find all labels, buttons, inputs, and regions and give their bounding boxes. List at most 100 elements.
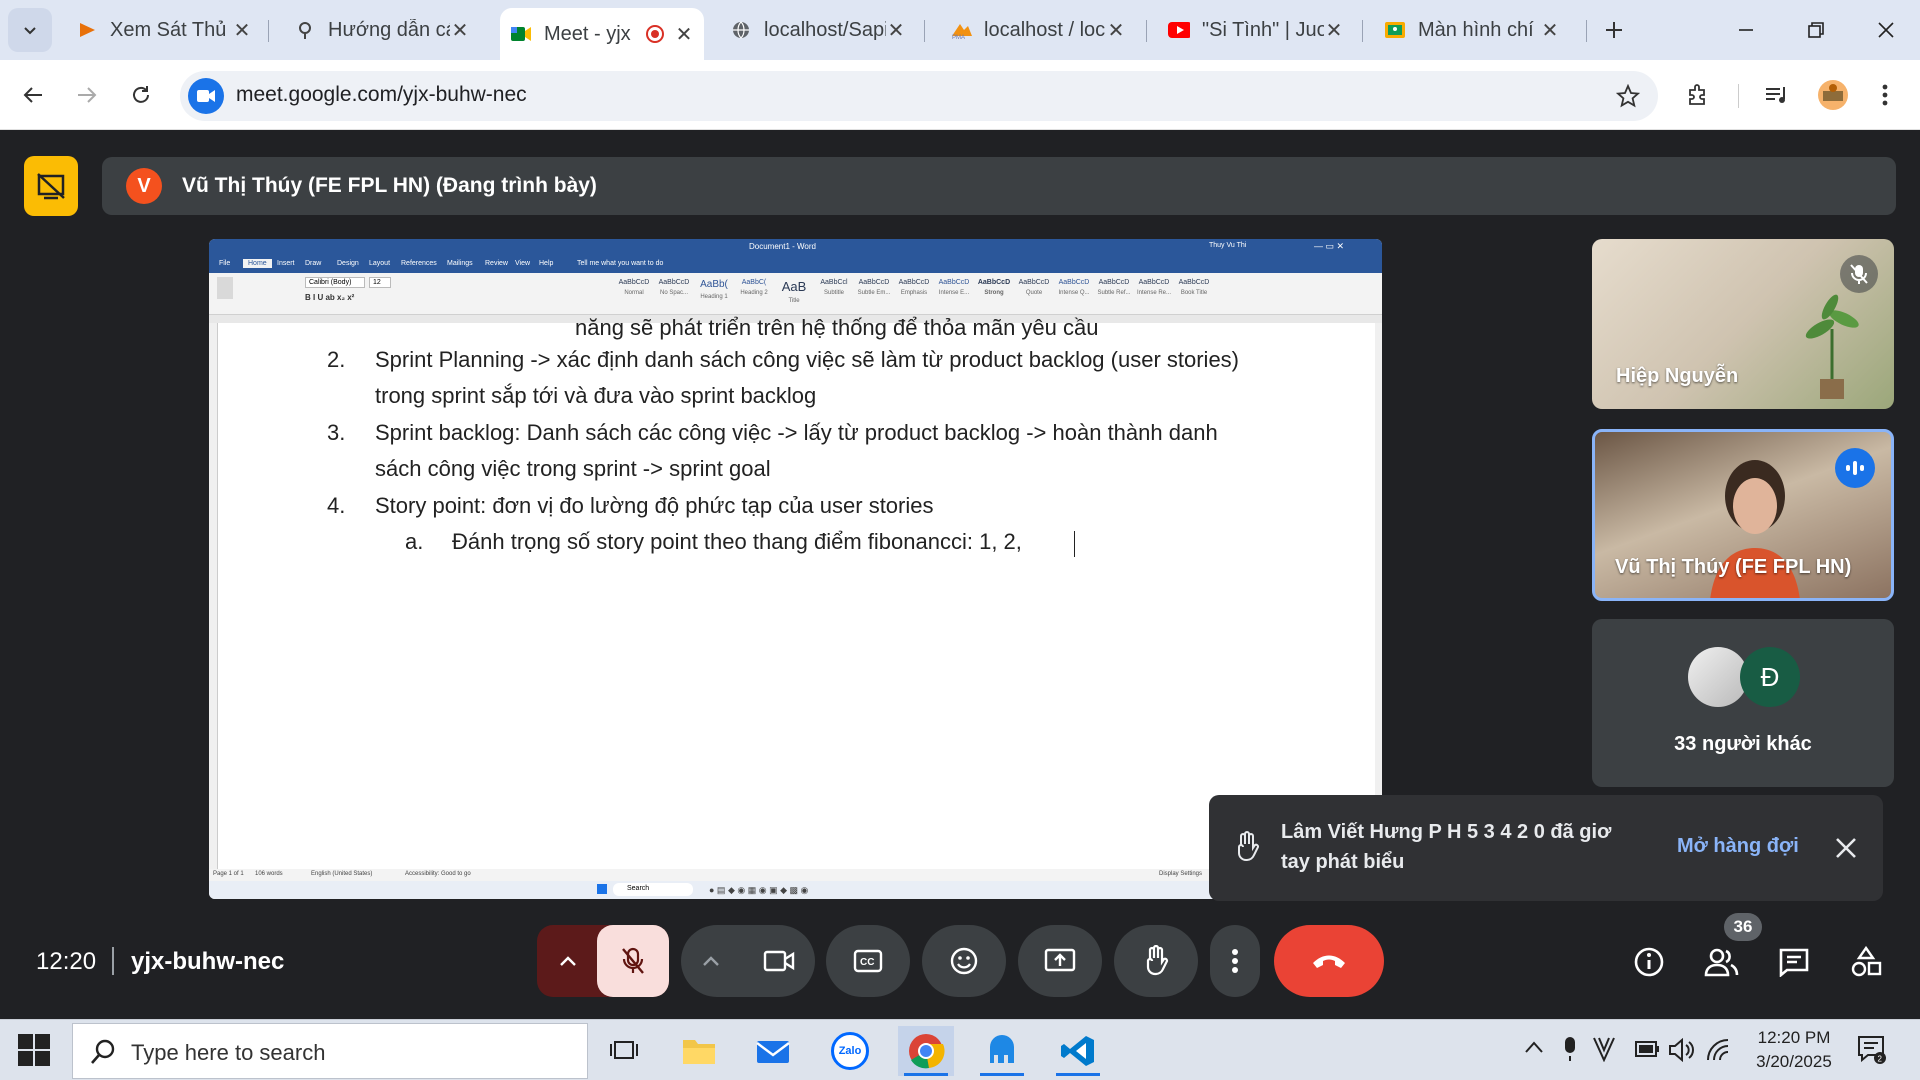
style-gallery-item[interactable]: AaBbCcD Quote (1015, 279, 1053, 307)
minimize-button[interactable] (1716, 8, 1776, 52)
new-tab-button[interactable] (1584, 8, 1644, 52)
tab-huong-dan[interactable]: Hướng dẫn cá ✕ (284, 8, 480, 52)
mail-app[interactable] (745, 1026, 801, 1076)
style-gallery-item[interactable]: AaBbCcD Normal (615, 279, 653, 307)
media-control-button[interactable] (1756, 74, 1798, 116)
reload-button[interactable] (120, 74, 162, 116)
word-tab[interactable]: View (515, 260, 530, 267)
word-tab[interactable]: Layout (369, 260, 390, 267)
style-gallery-item[interactable]: AaB Title (775, 279, 813, 307)
participant-tile[interactable]: Hiệp Nguyễn (1592, 239, 1894, 409)
chrome-app[interactable] (898, 1026, 954, 1076)
word-font-box[interactable]: Calibri (Body) (305, 277, 365, 288)
wifi-icon[interactable] (1706, 1038, 1732, 1067)
start-button[interactable] (16, 1032, 52, 1073)
system-clock[interactable]: 12:20 PM 3/20/2025 (1744, 1026, 1844, 1074)
style-gallery-item[interactable]: AaBbCcD Subtle Ref... (1095, 279, 1133, 307)
word-tab[interactable]: Design (337, 260, 359, 267)
taskbar-search[interactable]: Type here to search (72, 1023, 588, 1079)
style-gallery-item[interactable]: AaBb(Heading 1 (695, 279, 733, 307)
close-tab-icon[interactable]: ✕ (886, 18, 906, 43)
close-tab-icon[interactable]: ✕ (1324, 18, 1344, 43)
style-gallery-item[interactable]: AaBbCcD Intense E... (935, 279, 973, 307)
close-tab-icon[interactable]: ✕ (1540, 18, 1560, 43)
vpn-tray-icon[interactable] (1592, 1036, 1616, 1067)
close-tab-icon[interactable]: ✕ (1106, 18, 1126, 43)
forward-button[interactable] (66, 74, 108, 116)
close-tab-icon[interactable]: ✕ (674, 22, 694, 47)
file-explorer-app[interactable] (671, 1026, 727, 1076)
close-window-button[interactable] (1856, 8, 1916, 52)
meeting-details-button[interactable] (1625, 938, 1673, 986)
address-bar[interactable]: meet.google.com/yjx-buhw-nec (180, 71, 1658, 121)
other-participants-tile[interactable]: Đ 33 người khác (1592, 619, 1894, 787)
open-queue-link[interactable]: Mở hàng đợi (1677, 835, 1799, 858)
chrome-menu-button[interactable] (1864, 74, 1906, 116)
style-gallery-item[interactable]: AaBbCcD Strong (975, 279, 1013, 307)
style-gallery-item[interactable]: AaBbCcl Subtitle (815, 279, 853, 307)
participant-tile-active-speaker[interactable]: Vũ Thị Thúy (FE FPL HN) (1592, 429, 1894, 601)
leave-call-button[interactable] (1274, 925, 1384, 997)
onedrive-app[interactable] (974, 1026, 1030, 1076)
zalo-icon: Zalo (831, 1032, 869, 1070)
show-hidden-icons[interactable] (1524, 1040, 1544, 1059)
profile-avatar[interactable] (1812, 74, 1854, 116)
word-tab[interactable]: Mailings (447, 260, 473, 267)
camera-options-button[interactable] (681, 925, 741, 997)
word-tab[interactable]: References (401, 260, 437, 267)
tab-meet[interactable]: Meet - yjx ✕ (500, 8, 704, 60)
tab-phpmyadmin[interactable]: PMA localhost / loc ✕ (940, 8, 1136, 52)
restore-button[interactable] (1786, 8, 1846, 52)
zalo-app[interactable]: Zalo (822, 1026, 878, 1076)
back-button[interactable] (12, 74, 54, 116)
emoji-button[interactable] (922, 925, 1006, 997)
style-gallery-item[interactable]: AaBbCcD Book Title (1175, 279, 1213, 307)
word-tab[interactable]: Help (539, 260, 553, 267)
word-tab[interactable]: Review (485, 260, 508, 267)
style-gallery-item[interactable]: AaBbCcD No Spac... (655, 279, 693, 307)
word-tell-me[interactable]: Tell me what you want to do (577, 260, 663, 267)
extensions-button[interactable] (1678, 74, 1720, 116)
volume-icon[interactable] (1668, 1037, 1694, 1067)
word-tab[interactable]: Insert (277, 260, 295, 267)
style-gallery-item[interactable]: AaBbCcD Intense Q... (1055, 279, 1093, 307)
tab-classroom[interactable]: Màn hình chí ✕ (1374, 8, 1570, 52)
activities-button[interactable] (1842, 938, 1890, 986)
people-button[interactable] (1698, 938, 1746, 986)
task-view-button[interactable] (596, 1026, 652, 1076)
youtube-icon (1168, 19, 1190, 41)
word-tab[interactable]: File (219, 260, 230, 267)
vscode-app[interactable] (1050, 1026, 1106, 1076)
stop-presenting-button[interactable] (24, 156, 78, 216)
word-tab[interactable]: Draw (305, 260, 321, 267)
battery-icon[interactable] (1634, 1038, 1660, 1065)
camera-button[interactable] (743, 925, 815, 997)
tab-localhost-sapi[interactable]: localhost/Sapi ✕ (720, 8, 916, 52)
star-icon[interactable] (1616, 84, 1640, 108)
close-icon[interactable] (1835, 837, 1857, 859)
close-tab-icon[interactable]: ✕ (450, 18, 470, 43)
tab-xem-sat-thu[interactable]: Xem Sát Thủ \ ✕ (66, 8, 262, 52)
tab-search-button[interactable] (8, 8, 52, 52)
style-gallery-item[interactable]: AaBbCcD Emphasis (895, 279, 933, 307)
microphone-tray-icon[interactable] (1562, 1036, 1578, 1067)
tab-youtube[interactable]: "Si Tình" | Juo ✕ (1158, 8, 1354, 52)
microphone-button[interactable] (597, 925, 669, 997)
meet-site-icon[interactable] (188, 78, 224, 114)
style-gallery-item[interactable]: AaBbCcD Subtle Em... (855, 279, 893, 307)
more-options-button[interactable] (1210, 925, 1260, 997)
word-document-page[interactable]: năng sẽ phát triển trên hệ thống để thỏa… (217, 315, 1375, 869)
notification-center-button[interactable]: 2 (1856, 1034, 1886, 1071)
style-gallery-item[interactable]: AaBbC(Heading 2 (735, 279, 773, 307)
raise-hand-button[interactable] (1114, 925, 1198, 997)
url-text[interactable]: meet.google.com/yjx-buhw-nec (236, 83, 527, 107)
audio-options-button[interactable] (537, 925, 599, 997)
close-tab-icon[interactable]: ✕ (232, 18, 252, 43)
style-gallery-item[interactable]: AaBbCcD Intense Re... (1135, 279, 1173, 307)
chat-button[interactable] (1770, 938, 1818, 986)
word-size-box[interactable]: 12 (369, 277, 391, 288)
shared-screen: Document1 - Word Thuy Vu Thi — ▭ ✕ File … (209, 239, 1382, 899)
captions-button[interactable]: CC (826, 925, 910, 997)
present-screen-button[interactable] (1018, 925, 1102, 997)
word-tab[interactable]: Home (243, 259, 272, 268)
